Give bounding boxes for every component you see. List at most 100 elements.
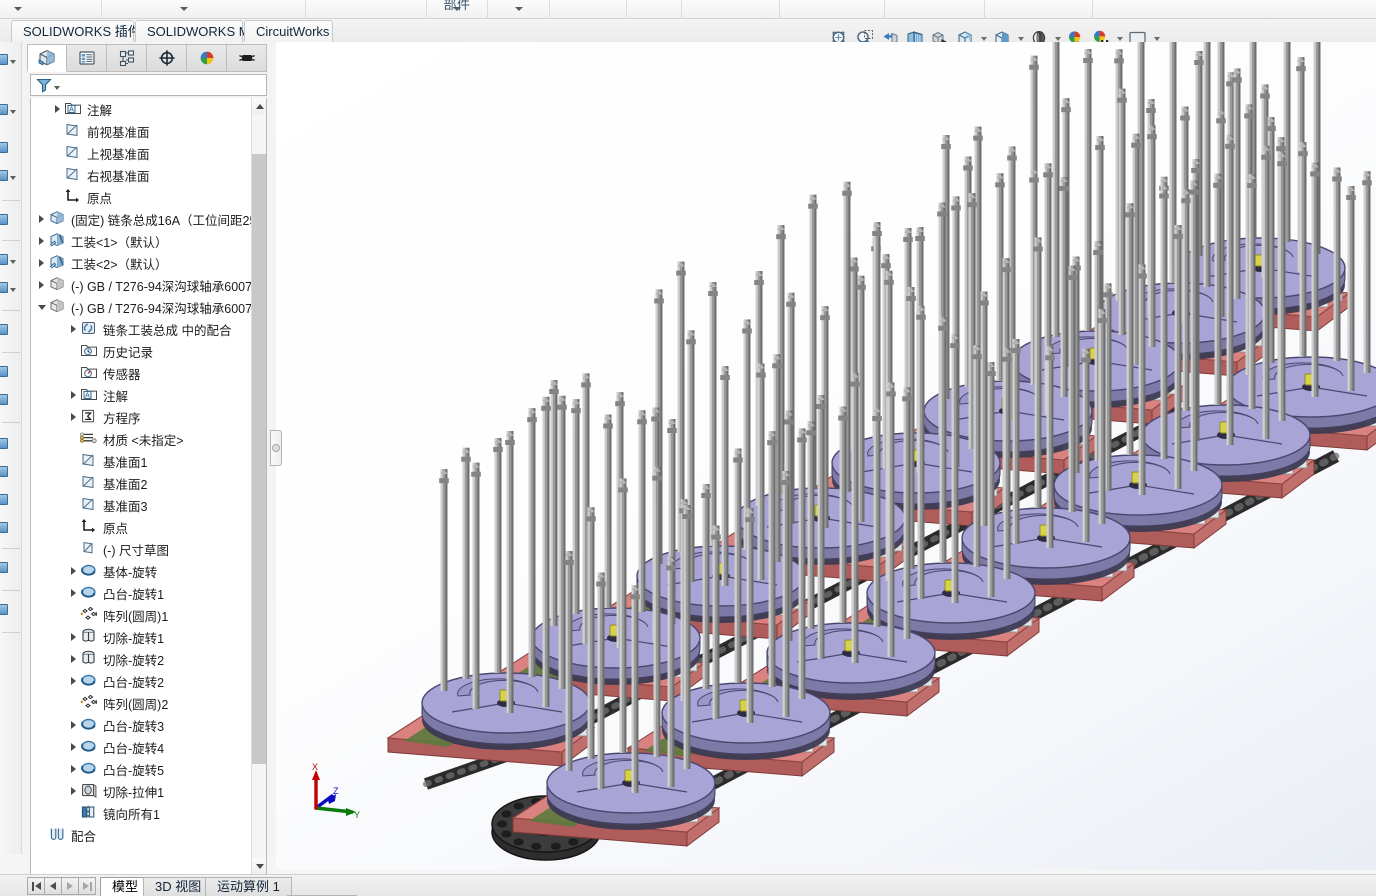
circuitworks-tab[interactable] (227, 44, 267, 72)
property-manager-tab[interactable] (67, 44, 107, 72)
tab-motion-study[interactable]: 运动算例 1 (205, 877, 292, 896)
feature-tree-item[interactable]: 工装<1>（默认） (31, 230, 253, 252)
toolbar-glyph-11[interactable] (0, 438, 8, 449)
feature-tree-filter[interactable] (30, 74, 267, 96)
feature-tree-item[interactable]: 凸台-旋转3 (31, 714, 253, 736)
ribbon-group-6[interactable] (550, 0, 627, 19)
toolbar-glyph-12[interactable] (0, 466, 8, 477)
workstation-fixture[interactable] (386, 395, 596, 767)
feature-tree-item[interactable]: A 注解 (31, 98, 253, 120)
feature-tree-item[interactable]: 阵列(圆周)1 (31, 604, 253, 626)
toolbar-glyph-10[interactable] (0, 394, 8, 405)
ribbon-group-5[interactable] (488, 0, 550, 19)
toolbar-glyph-1[interactable] (0, 54, 8, 65)
feature-tree-item[interactable]: 右视基准面 (31, 164, 253, 186)
assembly-3d-model[interactable] (276, 42, 1376, 870)
expand-twisty-icon[interactable] (67, 626, 80, 648)
feature-tree-tab[interactable] (27, 44, 67, 72)
feature-tree-vertical-scrollbar[interactable] (251, 98, 266, 874)
tab-3d-views[interactable]: 3D 视图 (143, 877, 214, 896)
feature-tree-item[interactable]: 凸台-旋转1 (31, 582, 253, 604)
feature-tree-rows[interactable]: A 注解 前视基准面 上视基准面 右视基准面 原点 (固定) 链条总成16A（工位间距25·… (31, 98, 253, 874)
feature-tree-item[interactable]: 凸台-旋转5 (31, 758, 253, 780)
feature-tree-item[interactable]: 切除-拉伸1 (31, 780, 253, 802)
scroll-up-arrow-icon[interactable] (252, 98, 266, 114)
expand-twisty-icon[interactable] (51, 98, 64, 120)
ribbon-group-12[interactable] (1093, 0, 1376, 19)
first-tab-button[interactable] (27, 877, 45, 895)
feature-tree-item[interactable]: 配合 (31, 824, 253, 846)
graphics-viewport[interactable]: Z Y X (276, 42, 1376, 870)
feature-tree-item[interactable]: 基准面3 (31, 494, 253, 516)
feature-tree-item[interactable]: 原点 (31, 516, 253, 538)
left-docked-toolbar-clipped[interactable] (0, 42, 22, 854)
expand-twisty-icon[interactable] (67, 736, 80, 758)
ribbon-group-9[interactable] (780, 0, 885, 19)
feature-tree-item[interactable]: 工装<2>（默认） (31, 252, 253, 274)
expand-twisty-icon[interactable] (67, 780, 80, 802)
feature-tree-item[interactable]: 基体-旋转 (31, 560, 253, 582)
feature-tree-item[interactable]: (-) 尺寸草图 (31, 538, 253, 560)
ribbon-group-11[interactable] (985, 0, 1093, 19)
ribbon-group-3[interactable] (306, 0, 427, 19)
feature-tree-item[interactable]: 上视基准面 (31, 142, 253, 164)
toolbar-caret-2[interactable] (10, 110, 16, 114)
toolbar-glyph-2[interactable] (0, 104, 8, 115)
ribbon-group-1[interactable] (0, 0, 102, 19)
expand-twisty-icon[interactable] (35, 252, 48, 274)
expand-twisty-icon[interactable] (67, 384, 80, 406)
filter-input[interactable] (64, 78, 266, 92)
feature-tree-item[interactable]: 镜向所有1 (31, 802, 253, 824)
expand-twisty-icon[interactable] (67, 758, 80, 780)
toolbar-glyph-14[interactable] (0, 522, 8, 533)
next-tab-button[interactable] (61, 877, 79, 895)
scrollbar-thumb[interactable] (252, 154, 266, 764)
toolbar-glyph-6[interactable] (0, 254, 8, 265)
configuration-manager-tab[interactable] (107, 44, 147, 72)
ribbon-group-10[interactable] (885, 0, 985, 19)
expand-twisty-icon[interactable] (35, 274, 48, 296)
feature-tree-item[interactable]: 凸台-旋转4 (31, 736, 253, 758)
toolbar-glyph-13[interactable] (0, 494, 8, 505)
feature-tree-item[interactable]: 传感器 (31, 362, 253, 384)
toolbar-caret-1[interactable] (10, 60, 16, 64)
toolbar-glyph-4[interactable] (0, 170, 8, 181)
toolbar-glyph-16[interactable] (0, 604, 8, 615)
feature-tree-item[interactable]: 历史记录 (31, 340, 253, 362)
toolbar-caret-5[interactable] (10, 288, 16, 292)
dimxpert-manager-tab[interactable] (147, 44, 187, 72)
feature-tree-item[interactable]: 材质 <未指定> (31, 428, 253, 450)
feature-tree-item[interactable]: A 注解 (31, 384, 253, 406)
toolbar-glyph-8[interactable] (0, 324, 8, 335)
expand-twisty-icon[interactable] (67, 714, 80, 736)
feature-tree-item[interactable]: 阵列(圆周)2 (31, 692, 253, 714)
previous-tab-button[interactable] (44, 877, 62, 895)
expand-twisty-icon[interactable] (67, 560, 80, 582)
filter-dropdown-caret[interactable] (54, 85, 60, 90)
feature-tree-item[interactable]: 原点 (31, 186, 253, 208)
tab-circuitworks[interactable]: CircuitWorks (244, 20, 333, 42)
toolbar-glyph-9[interactable] (0, 366, 8, 377)
expand-twisty-icon[interactable] (67, 318, 80, 340)
panel-splitter-handle[interactable] (270, 430, 282, 466)
collapse-twisty-icon[interactable] (35, 296, 48, 318)
feature-tree-item[interactable]: 方程序 (31, 406, 253, 428)
toolbar-caret-3[interactable] (10, 176, 16, 180)
scroll-down-arrow-icon[interactable] (252, 858, 266, 874)
toolbar-glyph-3[interactable] (0, 142, 8, 153)
workstation-fixture[interactable] (796, 193, 1006, 527)
feature-tree-item[interactable]: 前视基准面 (31, 120, 253, 142)
ribbon-group-7[interactable] (627, 0, 682, 19)
ribbon-group-8[interactable] (682, 0, 780, 19)
toolbar-glyph-7[interactable] (0, 282, 8, 293)
feature-tree-item[interactable]: 凸台-旋转2 (31, 670, 253, 692)
last-tab-button[interactable] (78, 877, 96, 895)
feature-tree-item[interactable]: 切除-旋转2 (31, 648, 253, 670)
feature-tree-item[interactable]: (-) GB / T276-94深沟球轴承6007 (31, 296, 253, 318)
expand-twisty-icon[interactable] (35, 208, 48, 230)
expand-twisty-icon[interactable] (35, 230, 48, 252)
expand-twisty-icon[interactable] (67, 648, 80, 670)
ribbon-group-2[interactable] (102, 0, 306, 19)
feature-tree-item[interactable]: (固定) 链条总成16A（工位间距25· (31, 208, 253, 230)
tab-solidworks-mbd[interactable]: SOLIDWORKS MBD (135, 20, 268, 42)
